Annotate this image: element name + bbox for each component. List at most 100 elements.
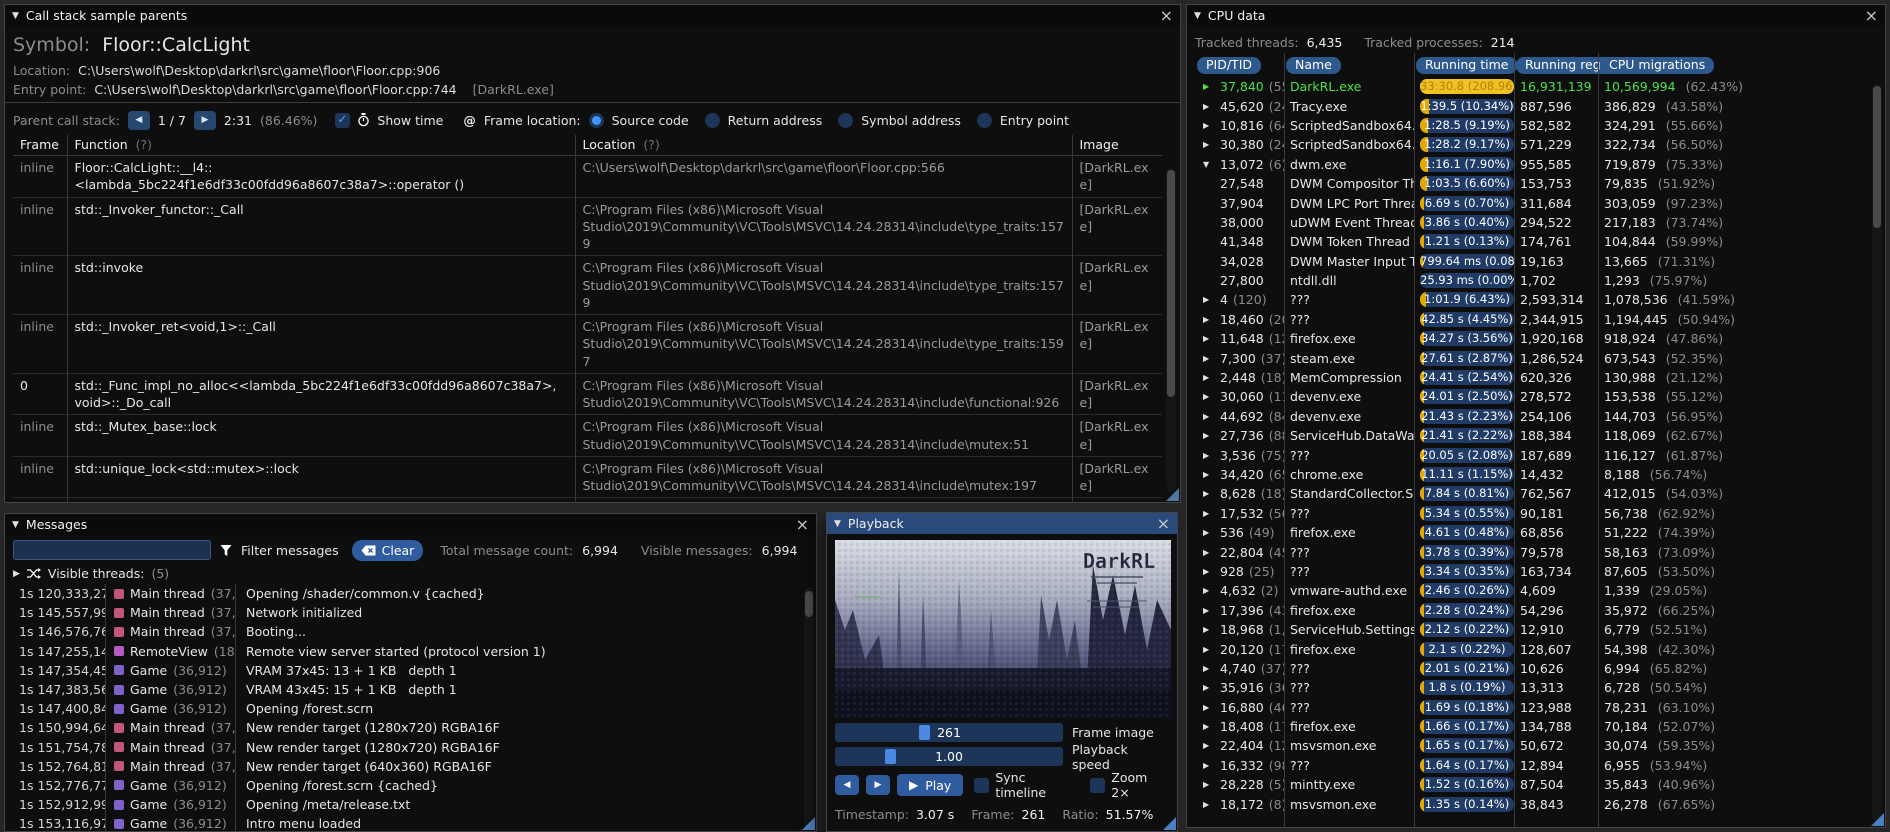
message-row[interactable]: 1s 150,994,64ns Main thread (37,812) New… bbox=[5, 718, 816, 737]
location-cell[interactable]: C:\Program Files (x86)\Microsoft Visual … bbox=[574, 372, 1072, 415]
cpu-row[interactable]: ▶ 3,536 (75) ??? 20.05 s (2.08%) 187,689 bbox=[1195, 445, 1885, 464]
expand-icon[interactable]: ▶ bbox=[1203, 412, 1215, 421]
cpu-row[interactable]: ▶ 34,420 (65) chrome.exe 11.11 s (1.15%)… bbox=[1195, 465, 1885, 484]
cpu-row[interactable]: ▶ 928 (25) ??? 3.34 s (0.35%) 163,734 87… bbox=[1195, 562, 1885, 581]
cpu-row[interactable]: ▶ 45,620 (24) Tracy.exe 1:39.5 (10.34%) … bbox=[1195, 96, 1885, 115]
cpu-row[interactable]: ▶ 44,692 (84) devenv.exe 21.43 s (2.23%)… bbox=[1195, 407, 1885, 426]
col-location[interactable]: Location (?) bbox=[574, 135, 1072, 156]
message-row[interactable]: 1s 145,557,997ns Main thread (37,812) Ne… bbox=[5, 603, 816, 622]
col-running-time[interactable]: Running time bbox=[1416, 56, 1518, 74]
location-cell[interactable]: C:\Users\wolf\Desktop\darkrl\src\game\fl… bbox=[574, 155, 1072, 197]
resize-grip[interactable] bbox=[1163, 817, 1176, 830]
expand-icon[interactable]: ▶ bbox=[1203, 606, 1215, 615]
cpu-row[interactable]: ▶ 18,968 (1,018) ServiceHub.SettingsHost… bbox=[1195, 620, 1885, 639]
messages-titlebar[interactable]: ▼ Messages × bbox=[5, 514, 816, 535]
prev-stack-button[interactable]: ◀ bbox=[127, 110, 150, 130]
expand-icon[interactable]: ▶ bbox=[1203, 703, 1215, 712]
function-cell[interactable]: std::_Mutex_base::lock bbox=[66, 414, 575, 457]
expand-icon[interactable]: ▶ bbox=[1203, 102, 1215, 111]
cpu-row[interactable]: ▶ 11,648 (120) firefox.exe 34.27 s (3.56… bbox=[1195, 329, 1885, 348]
col-cpu-migrations[interactable]: CPU migrations bbox=[1600, 56, 1715, 74]
expand-icon[interactable]: ▶ bbox=[1203, 451, 1215, 460]
cpu-row[interactable]: ▶ 536 (49) firefox.exe 4.61 s (0.48%) 68… bbox=[1195, 523, 1885, 542]
expand-icon[interactable]: ▶ bbox=[1203, 489, 1215, 498]
expand-icon[interactable]: ▶ bbox=[1203, 334, 1215, 343]
cpu-scrollbar[interactable] bbox=[1872, 84, 1882, 821]
cpu-row[interactable]: ▶ 16,880 (46) ??? 1.69 s (0.18%) 123,988 bbox=[1195, 698, 1885, 717]
radio-return-address[interactable] bbox=[704, 112, 720, 128]
collapse-icon[interactable]: ▼ bbox=[12, 520, 19, 530]
callstack-scrollbar[interactable] bbox=[1166, 168, 1176, 492]
cpu-row[interactable]: 37,904 DWM LPC Port Thread 6.69 s (0.70%… bbox=[1195, 193, 1885, 212]
scrollbar-thumb[interactable] bbox=[805, 591, 813, 617]
collapse-icon[interactable]: ▼ bbox=[12, 11, 19, 21]
cpu-row[interactable]: 38,000 uDWM Event Thread 3.86 s (0.40%) … bbox=[1195, 213, 1885, 232]
sync-timeline-option[interactable]: Sync timeline bbox=[974, 770, 1079, 800]
function-cell[interactable]: Floor::CalcLight::__l4::<lambda_5bc224f1… bbox=[66, 155, 575, 197]
callstack-row[interactable]: 0 std::_Func_impl_no_alloc<<lambda_5bc22… bbox=[13, 372, 1162, 415]
col-pid-tid[interactable]: PID/TID bbox=[1197, 56, 1262, 74]
resize-grip[interactable] bbox=[802, 817, 815, 830]
expand-icon[interactable]: ▶ bbox=[1203, 295, 1215, 304]
cpu-row[interactable]: ▶ 18,408 (17) firefox.exe 1.66 s (0.17%)… bbox=[1195, 717, 1885, 736]
location-cell[interactable]: C:\Program Files (x86)\Microsoft Visual … bbox=[574, 455, 1072, 498]
message-row[interactable]: 1s 151,754,784ns Main thread (37,812) Ne… bbox=[5, 738, 816, 757]
cpu-row[interactable]: ▼ 13,072 (6) dwm.exe 1:16.1 (7.90%) 955,… bbox=[1195, 155, 1885, 174]
location-cell[interactable]: C:\Program Files (x86)\Microsoft Visual … bbox=[574, 314, 1072, 374]
radio-source-code-label[interactable]: Source code bbox=[612, 113, 689, 128]
callstack-row[interactable]: inline std::unique_lock<std::mutex>::loc… bbox=[13, 455, 1162, 498]
function-cell[interactable]: std::_Func_impl_no_alloc<<lambda_5bc224f… bbox=[66, 372, 575, 415]
message-row[interactable]: 1s 153,116,97ns Game (36,912) Intro menu… bbox=[5, 814, 816, 831]
show-time-checkbox[interactable] bbox=[335, 112, 351, 128]
expand-icon[interactable]: ▶ bbox=[1203, 140, 1215, 149]
message-row[interactable]: 1s 147,255,145ns RemoteView (18,796) Rem… bbox=[5, 642, 816, 661]
resize-grip[interactable] bbox=[1871, 813, 1884, 826]
scrollbar-thumb[interactable] bbox=[1167, 170, 1175, 397]
expand-icon[interactable]: ▶ bbox=[1203, 625, 1215, 634]
cpu-row[interactable]: ▶ 17,532 (56) ??? 5.34 s (0.55%) 90,181 bbox=[1195, 504, 1885, 523]
message-row[interactable]: 1s 152,912,997ns Game (36,912) Opening /… bbox=[5, 795, 816, 814]
cpu-row[interactable]: ▶ 30,380 (24) ScriptedSandbox64.exe 1:28… bbox=[1195, 135, 1885, 154]
radio-symbol-address-label[interactable]: Symbol address bbox=[861, 113, 961, 128]
frame-image-slider[interactable]: 261 bbox=[835, 723, 1063, 742]
expand-icon[interactable]: ▶ bbox=[1203, 645, 1215, 654]
step-forward-button[interactable]: ▶ bbox=[866, 775, 890, 795]
cpu-row[interactable]: ▶ 2,448 (18) MemCompression 24.41 s (2.5… bbox=[1195, 368, 1885, 387]
cpu-row[interactable]: ▶ 22,804 (45) ??? 3.78 s (0.39%) 79,578 bbox=[1195, 542, 1885, 561]
cpu-row[interactable]: ▶ 4,740 (37) ??? 2.01 s (0.21%) 10,626 6… bbox=[1195, 659, 1885, 678]
visible-threads-row[interactable]: ▶ Visible threads: (5) bbox=[5, 563, 816, 584]
radio-entry-point[interactable] bbox=[976, 112, 992, 128]
cpu-row[interactable]: ▶ 16,332 (982) ??? 1.64 s (0.17%) 12,894 bbox=[1195, 756, 1885, 775]
cpu-row[interactable]: ▶ 10,816 (64) ScriptedSandbox64.exe 1:28… bbox=[1195, 116, 1885, 135]
location-cell[interactable]: C:\Program Files (x86)\Microsoft Visual … bbox=[574, 414, 1072, 457]
cpu-row[interactable]: 27,548 DWM Compositor Thread 1:03.5 (6.6… bbox=[1195, 174, 1885, 193]
col-function[interactable]: Function (?) bbox=[66, 135, 575, 156]
messages-scrollbar[interactable] bbox=[804, 587, 814, 827]
cpu-row[interactable]: ▶ 4,632 (2) vmware-authd.exe 2.46 s (0.2… bbox=[1195, 581, 1885, 600]
message-row[interactable]: 1s 147,354,456ns Game (36,912) VRAM 37x4… bbox=[5, 661, 816, 680]
cpu-row[interactable]: ▶ 17,396 (43) firefox.exe 2.28 s (0.24%)… bbox=[1195, 601, 1885, 620]
message-filter-input[interactable] bbox=[13, 540, 211, 560]
expand-icon[interactable]: ▶ bbox=[1203, 121, 1215, 130]
expand-icon[interactable]: ▶ bbox=[1203, 392, 1215, 401]
message-row[interactable]: 1s 120,333,272ns Main thread (37,812) Op… bbox=[5, 584, 816, 603]
radio-source-code[interactable] bbox=[588, 112, 604, 128]
clear-button[interactable]: Clear bbox=[351, 539, 424, 561]
playback-speed-slider[interactable]: 1.00 bbox=[835, 747, 1063, 766]
expand-icon[interactable]: ▶ bbox=[1203, 800, 1215, 809]
zoom-checkbox[interactable] bbox=[1090, 777, 1106, 793]
expand-icon[interactable]: ▶ bbox=[1203, 722, 1215, 731]
cpu-row[interactable]: ▶ 18,172 (8) msvsmon.exe 1.35 s (0.14%) … bbox=[1195, 794, 1885, 813]
message-row[interactable]: 1s 147,400,846ns Game (36,912) Opening /… bbox=[5, 699, 816, 718]
function-cell[interactable]: std::invoke bbox=[66, 255, 575, 315]
function-cell[interactable]: std::unique_lock<std::mutex>::lock bbox=[66, 455, 575, 498]
location-cell[interactable]: C:\Users\wolf\Desktop\darkrl\src\TaskDis… bbox=[574, 497, 1072, 502]
cpu-row[interactable]: ▶ 37,840 (55) DarkRL.exe 33:30.8 (208.96… bbox=[1195, 77, 1885, 96]
cpu-row[interactable]: ▶ 30,060 (116) devenv.exe 24.01 s (2.50%… bbox=[1195, 387, 1885, 406]
function-cell[interactable]: std::_Invoker_functor::_Call bbox=[66, 196, 575, 256]
sync-timeline-checkbox[interactable] bbox=[974, 777, 990, 793]
callstack-row[interactable]: inline std::_Invoker_functor::_Call C:\P… bbox=[13, 196, 1162, 256]
col-name[interactable]: Name bbox=[1286, 56, 1341, 74]
message-row[interactable]: 1s 147,383,566ns Game (36,912) VRAM 43x4… bbox=[5, 680, 816, 699]
expand-icon[interactable]: ▶ bbox=[1203, 315, 1215, 324]
